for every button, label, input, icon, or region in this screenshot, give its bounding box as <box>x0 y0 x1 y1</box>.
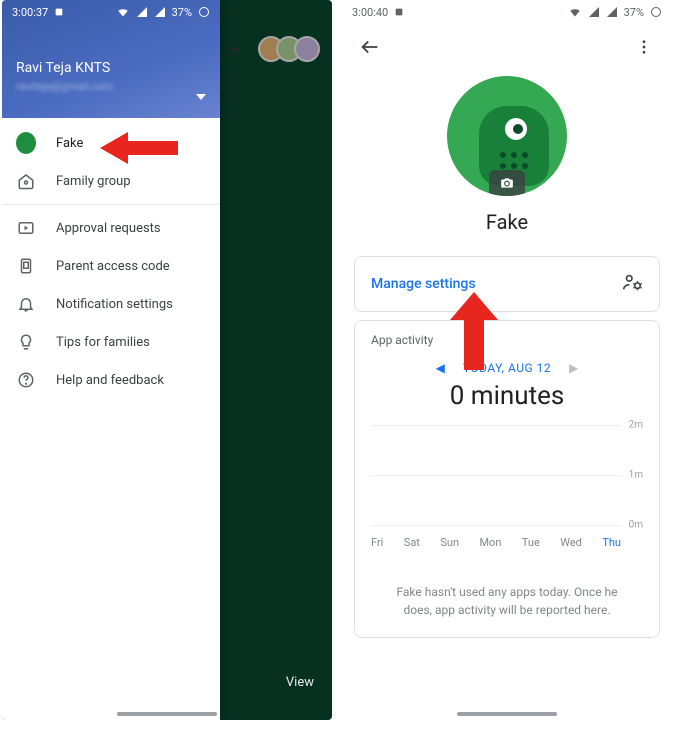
approval-icon <box>16 219 36 237</box>
back-button[interactable] <box>352 29 388 65</box>
battery-saver-icon <box>198 6 210 18</box>
drawer-item-help[interactable]: Help and feedback <box>2 361 220 399</box>
drawer-list: Fake Family group Approval requests Pare <box>2 118 220 399</box>
home-indicator[interactable] <box>117 712 217 716</box>
drawer-item-access-code[interactable]: Parent access code <box>2 247 220 285</box>
profile-name: Fake <box>342 210 672 234</box>
empty-activity-message: Fake hasn't used any apps today. Once he… <box>371 549 643 619</box>
battery-text: 37% <box>172 6 192 19</box>
nav-drawer: 3:00:37 37% Ravi Teja KNTS raviteja@gmai… <box>2 0 220 720</box>
access-code-icon <box>16 257 36 275</box>
lightbulb-icon <box>16 333 36 351</box>
drawer-item-label: Approval requests <box>56 221 161 236</box>
phone-screenshot-right: 3:00:40 37% Fake <box>342 0 672 720</box>
drawer-item-child[interactable]: Fake <box>2 124 220 162</box>
app-activity-card: App activity ◀ TODAY, AUG 12 ▶ 0 minutes… <box>354 320 660 638</box>
drawer-item-label: Fake <box>56 136 83 151</box>
view-label[interactable]: View <box>286 675 314 690</box>
status-time-text: 3:00:37 <box>12 6 48 19</box>
signal-icon <box>606 6 618 18</box>
x-tick: Mon <box>479 536 501 549</box>
drawer-item-label: Family group <box>56 174 131 189</box>
account-name: Ravi Teja KNTS <box>16 60 206 76</box>
x-tick: Fri <box>371 536 383 549</box>
manage-settings-card[interactable]: Manage settings <box>354 256 660 312</box>
status-bar: 3:00:40 37% <box>342 0 672 24</box>
battery-saver-icon <box>650 6 662 18</box>
drawer-item-label: Parent access code <box>56 259 170 274</box>
x-axis-days: Fri Sat Sun Mon Tue Wed Thu <box>371 536 621 549</box>
drawer-item-approvals[interactable]: Approval requests <box>2 209 220 247</box>
camera-icon[interactable] <box>489 170 525 196</box>
signal-icon <box>154 6 166 18</box>
signal-icon <box>136 6 148 18</box>
activity-title: App activity <box>371 333 643 347</box>
x-tick: Sat <box>404 536 420 549</box>
home-icon <box>16 172 36 190</box>
drawer-item-family-group[interactable]: Family group <box>2 162 220 200</box>
bell-icon <box>16 295 36 313</box>
y-tick: 2m <box>629 420 643 431</box>
status-time: 3:00:37 <box>12 6 64 19</box>
manage-settings-link[interactable]: Manage settings <box>371 276 476 292</box>
person-settings-icon <box>621 271 643 297</box>
help-icon <box>16 371 36 389</box>
x-tick: Tue <box>522 536 540 549</box>
date-navigator: ◀ TODAY, AUG 12 ▶ <box>371 361 643 375</box>
y-tick: 0m <box>629 520 643 531</box>
account-email-redacted: raviteja@gmail.com <box>16 80 206 93</box>
status-icons-right: 37% <box>116 5 210 19</box>
profile-section: Fake <box>342 70 672 248</box>
overflow-menu-button[interactable] <box>626 29 662 65</box>
wifi-icon <box>568 5 582 19</box>
status-time-text: 3:00:40 <box>352 6 388 19</box>
signal-icon <box>588 6 600 18</box>
activity-bar-chart: 2m 1m 0m Fri Sat Sun Mon Tue Wed Thu <box>371 419 643 549</box>
y-tick: 1m <box>629 470 643 481</box>
screenshot-icon <box>54 7 64 17</box>
screenshot-icon <box>394 7 404 17</box>
child-avatar-icon <box>16 132 36 154</box>
x-tick: Sun <box>440 536 459 549</box>
drawer-header[interactable]: 3:00:37 37% Ravi Teja KNTS raviteja@gmai… <box>2 0 220 118</box>
drawer-item-label: Tips for families <box>56 335 150 350</box>
expand-accounts-icon[interactable] <box>196 94 206 100</box>
page-header <box>342 24 672 70</box>
battery-text: 37% <box>624 6 644 19</box>
drawer-item-label: Notification settings <box>56 297 173 312</box>
date-label[interactable]: TODAY, AUG 12 <box>463 361 551 375</box>
total-minutes: 0 minutes <box>371 381 643 411</box>
profile-avatar[interactable] <box>447 76 567 196</box>
drawer-item-tips[interactable]: Tips for families <box>2 323 220 361</box>
x-tick: Wed <box>560 536 582 549</box>
next-day-button[interactable]: ▶ <box>569 361 578 375</box>
wifi-icon <box>116 5 130 19</box>
x-tick-active: Thu <box>602 536 621 549</box>
divider <box>2 204 220 205</box>
phone-screenshot-left: View 3:00:37 37% Ravi Teja KNTS raviteja… <box>2 0 332 720</box>
prev-day-button[interactable]: ◀ <box>436 361 445 375</box>
home-indicator[interactable] <box>457 712 557 716</box>
drawer-item-label: Help and feedback <box>56 373 164 388</box>
drawer-item-notifications[interactable]: Notification settings <box>2 285 220 323</box>
